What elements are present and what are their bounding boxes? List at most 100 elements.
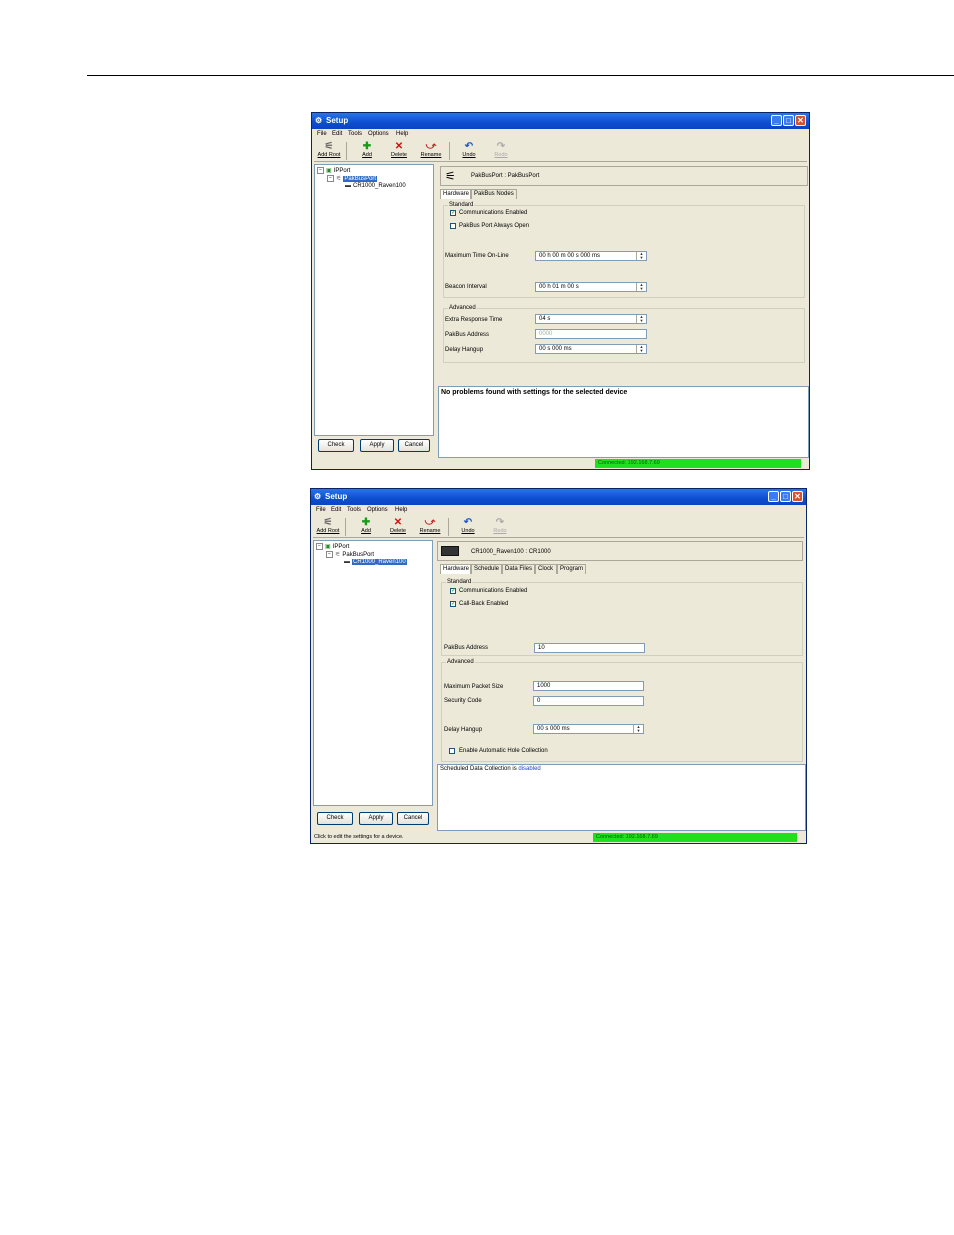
setup-window-pakbusport: ⚙ Setup _ □ ✕ File Edit Tools Options He… [311, 112, 810, 470]
maximize-button[interactable]: □ [783, 115, 794, 126]
delay-hangup-field[interactable]: 00 s 000 ms ▲ ▼ [535, 344, 647, 354]
check-button[interactable]: Check [318, 439, 354, 452]
spin-arrows-icon[interactable]: ▲ ▼ [636, 315, 646, 323]
beacon-interval-field[interactable]: 00 h 01 m 00 s ▲ ▼ [535, 282, 647, 292]
setup-app-icon: ⚙ [314, 492, 322, 501]
delay-hangup-label: Delay Hangup [445, 347, 484, 353]
undo-button[interactable]: ↶ Undo [455, 141, 483, 161]
maximize-button[interactable]: □ [780, 491, 791, 502]
call-back-enabled-checkbox[interactable]: ✓ [450, 601, 456, 607]
standard-label: Standard [446, 579, 473, 585]
menu-help[interactable]: Help [395, 507, 407, 513]
collapse-icon[interactable]: − [316, 543, 323, 550]
add-button[interactable]: ✚ Add [353, 141, 381, 161]
tab-hardware[interactable]: Hardware [440, 564, 471, 574]
minimize-button[interactable]: _ [771, 115, 782, 126]
rename-icon: ⤻ [425, 141, 437, 152]
tree-node-cr1000[interactable]: ▬ CR1000_Raven100 [345, 183, 406, 190]
setup-window-cr1000: ⚙ Setup _ □ ✕ File Edit Tools Options He… [310, 488, 807, 844]
extra-response-time-field[interactable]: 04 s ▲ ▼ [535, 314, 647, 324]
delete-x-icon: ✕ [393, 517, 403, 528]
add-button[interactable]: ✚ Add [352, 517, 380, 537]
delete-button[interactable]: ✕ Delete [385, 141, 413, 161]
menu-tools[interactable]: Tools [347, 507, 361, 513]
title-bar: ⚙ Setup _ □ ✕ [312, 113, 809, 129]
max-time-online-field[interactable]: 00 h 00 m 00 s 000 ms ▲ ▼ [535, 251, 647, 261]
tab-clock[interactable]: Clock [535, 564, 557, 574]
datalogger-icon: ▬ [344, 559, 350, 565]
tree-node-ipport[interactable]: − ▣ IPPort [316, 543, 349, 551]
delay-hangup-field[interactable]: 00 s 000 ms ▲ ▼ [533, 724, 644, 734]
menu-file[interactable]: File [317, 131, 327, 137]
tab-program[interactable]: Program [557, 564, 586, 574]
add-root-button[interactable]: ⚟ Add Root [315, 141, 343, 161]
communications-enabled-checkbox[interactable]: ✓ [450, 210, 456, 216]
menu-file[interactable]: File [316, 507, 326, 513]
add-root-button[interactable]: ⚟ Add Root [314, 517, 342, 537]
pakbusport-icon: ⚟ [335, 552, 341, 559]
connection-status: Connected: 192.168.7.69 [595, 459, 801, 468]
device-tree[interactable]: − ▣ IPPort − ⚟ PakBusPort ▬ CR1000_Raven100 [313, 540, 433, 806]
collapse-icon[interactable]: − [326, 551, 333, 558]
menu-edit[interactable]: Edit [331, 507, 341, 513]
device-tree[interactable]: − ▣ IPPort − ⚟ PakBusPort ▬ CR1000_Raven100 [314, 164, 434, 436]
spin-arrows-icon[interactable]: ▲ ▼ [636, 252, 646, 260]
add-root-icon: ⚟ [324, 141, 334, 152]
check-button[interactable]: Check [317, 812, 353, 825]
tab-hardware[interactable]: Hardware [440, 189, 471, 199]
minimize-button[interactable]: _ [768, 491, 779, 502]
apply-button[interactable]: Apply [360, 439, 394, 452]
spin-arrows-icon[interactable]: ▲ ▼ [636, 345, 646, 353]
tab-schedule[interactable]: Schedule [471, 564, 502, 574]
tree-node-cr1000[interactable]: ▬ CR1000_Raven100 [344, 559, 407, 566]
cancel-button[interactable]: Cancel [398, 439, 430, 452]
advanced-label: Advanced [448, 305, 477, 311]
spin-arrows-icon[interactable]: ▲ ▼ [636, 283, 646, 291]
schedule-message-box: Scheduled Data Collection is disabled [437, 764, 806, 831]
pakbus-address-field[interactable]: 10 [534, 643, 645, 653]
device-header-label: CR1000_Raven100 : CR1000 [471, 549, 551, 555]
redo-button[interactable]: ↷ Redo [486, 517, 514, 537]
connection-status: Connected: 192.168.7.69 [593, 833, 797, 842]
apply-button[interactable]: Apply [359, 812, 393, 825]
redo-button[interactable]: ↷ Redo [487, 141, 515, 161]
max-time-online-label: Maximum Time On-Line [445, 253, 509, 259]
menu-options[interactable]: Options [368, 131, 389, 137]
pakbus-port-always-open-label: PakBus Port Always Open [459, 223, 530, 229]
menu-edit[interactable]: Edit [332, 131, 342, 137]
communications-enabled-checkbox[interactable]: ✓ [450, 588, 456, 594]
menu-bar: File Edit Tools Options Help [314, 130, 807, 140]
device-header: CR1000_Raven100 : CR1000 [437, 541, 803, 561]
menu-tools[interactable]: Tools [348, 131, 362, 137]
pakbus-port-always-open-checkbox[interactable] [450, 223, 456, 229]
pakbus-address-label: PakBus Address [445, 332, 490, 338]
tree-node-pakbusport[interactable]: − ⚟ PakBusPort [326, 551, 374, 559]
tab-data-files[interactable]: Data Files [502, 564, 535, 574]
toolbar-separator [449, 142, 450, 160]
collapse-icon[interactable]: − [317, 167, 324, 174]
rename-button[interactable]: ⤻ Rename [417, 141, 445, 161]
spin-arrows-icon[interactable]: ▲ ▼ [633, 725, 643, 733]
menu-help[interactable]: Help [396, 131, 408, 137]
security-code-field[interactable]: 0 [533, 696, 644, 706]
undo-button[interactable]: ↶ Undo [454, 517, 482, 537]
hole-collection-checkbox[interactable] [449, 748, 455, 754]
standard-label: Standard [448, 202, 475, 208]
page-header-rule [87, 75, 954, 76]
tree-node-pakbusport[interactable]: − ⚟ PakBusPort [327, 175, 378, 183]
plus-icon: ✚ [362, 141, 372, 152]
menu-options[interactable]: Options [367, 507, 388, 513]
redo-icon: ↷ [495, 517, 505, 528]
close-button[interactable]: ✕ [795, 115, 806, 126]
window-title: Setup [325, 492, 348, 501]
tree-node-ipport[interactable]: − ▣ IPPort [317, 167, 350, 175]
menu-bar: File Edit Tools Options Help [313, 506, 804, 516]
collapse-icon[interactable]: − [327, 175, 334, 182]
tab-pakbus-nodes[interactable]: PakBus Nodes [471, 189, 517, 199]
delete-button[interactable]: ✕ Delete [384, 517, 412, 537]
rename-button[interactable]: ⤻ Rename [416, 517, 444, 537]
max-packet-size-field[interactable]: 1000 [533, 681, 644, 691]
close-button[interactable]: ✕ [792, 491, 803, 502]
add-root-icon: ⚟ [323, 517, 333, 528]
cancel-button[interactable]: Cancel [397, 812, 429, 825]
